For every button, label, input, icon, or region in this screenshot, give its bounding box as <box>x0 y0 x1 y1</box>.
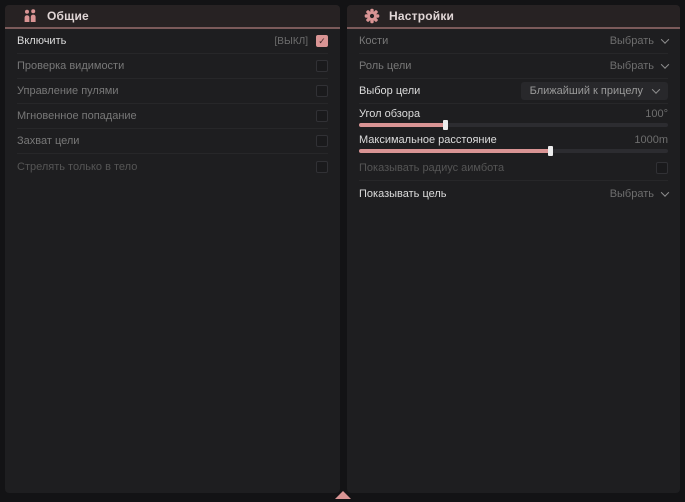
show-aimbot-radius-checkbox[interactable] <box>656 162 668 174</box>
row-enable-label: Включить <box>17 35 66 47</box>
bones-dropdown-value: Выбрать <box>610 35 654 47</box>
visibility-check-checkbox[interactable] <box>316 60 328 72</box>
target-selection-dropdown-value: Ближайший к прицелу <box>530 85 643 97</box>
target-role-dropdown-value: Выбрать <box>610 60 654 72</box>
checkmark-icon: ✓ <box>318 37 326 46</box>
row-instant-hit[interactable]: Мгновенное попадание <box>17 104 328 129</box>
row-instant-hit-label: Мгновенное попадание <box>17 110 137 122</box>
panel-general: Общие Включить [ВЫКЛ] ✓ Проверка видимос… <box>5 5 340 493</box>
max-distance-slider[interactable] <box>359 149 668 153</box>
target-selection-dropdown[interactable]: Ближайший к прицелу <box>521 82 668 100</box>
row-show-aimbot-radius-label: Показывать радиус аимбота <box>359 162 504 174</box>
row-show-target[interactable]: Показывать цель Выбрать <box>359 181 668 206</box>
panels-container: Общие Включить [ВЫКЛ] ✓ Проверка видимос… <box>0 0 685 494</box>
row-max-distance: Максимальное расстояние 1000m <box>359 130 668 156</box>
target-role-dropdown[interactable]: Выбрать <box>610 60 668 72</box>
row-fov-label: Угол обзора <box>359 108 420 120</box>
gear-icon <box>364 8 380 24</box>
general-rows: Включить [ВЫКЛ] ✓ Проверка видимости Упр… <box>5 29 340 181</box>
row-target-lock[interactable]: Захват цели <box>17 129 328 154</box>
row-bullet-control-label: Управление пулями <box>17 85 119 97</box>
panel-title-settings: Настройки <box>389 9 454 23</box>
row-max-distance-label: Максимальное расстояние <box>359 134 497 146</box>
row-body-only-label: Стрелять только в тело <box>17 161 137 173</box>
max-distance-slider-fill <box>359 149 551 153</box>
row-show-target-label: Показывать цель <box>359 188 447 200</box>
row-body-only[interactable]: Стрелять только в тело <box>17 154 328 179</box>
enable-checkbox[interactable]: ✓ <box>316 35 328 47</box>
row-visibility-check-label: Проверка видимости <box>17 60 124 72</box>
max-distance-value: 1000m <box>634 134 668 146</box>
fov-slider-handle[interactable] <box>443 120 448 130</box>
people-icon <box>22 8 38 24</box>
target-lock-checkbox[interactable] <box>316 135 328 147</box>
row-target-role-label: Роль цели <box>359 60 411 72</box>
row-bones[interactable]: Кости Выбрать <box>359 29 668 54</box>
fov-slider-fill <box>359 123 446 127</box>
settings-rows: Кости Выбрать Роль цели Выбрать Выбор це… <box>347 29 680 208</box>
chevron-down-icon <box>661 35 669 43</box>
up-triangle-icon[interactable] <box>335 491 351 499</box>
row-fov: Угол обзора 100° <box>359 104 668 130</box>
row-target-selection-label: Выбор цели <box>359 85 420 97</box>
show-target-dropdown[interactable]: Выбрать <box>610 188 668 200</box>
panel-title-general: Общие <box>47 9 89 23</box>
fov-slider[interactable] <box>359 123 668 127</box>
chevron-down-icon <box>661 60 669 68</box>
panel-settings: Настройки Кости Выбрать Роль цели Выбрат… <box>347 5 680 493</box>
row-show-aimbot-radius[interactable]: Показывать радиус аимбота <box>359 156 668 181</box>
max-distance-slider-handle[interactable] <box>548 146 553 156</box>
chevron-down-icon <box>652 85 660 93</box>
row-enable[interactable]: Включить [ВЫКЛ] ✓ <box>17 29 328 54</box>
row-bones-label: Кости <box>359 35 388 47</box>
body-only-checkbox[interactable] <box>316 161 328 173</box>
row-bullet-control[interactable]: Управление пулями <box>17 79 328 104</box>
bullet-control-checkbox[interactable] <box>316 85 328 97</box>
fov-value: 100° <box>645 108 668 120</box>
row-target-lock-label: Захват цели <box>17 135 79 147</box>
panel-settings-header: Настройки <box>347 5 680 29</box>
instant-hit-checkbox[interactable] <box>316 110 328 122</box>
show-target-dropdown-value: Выбрать <box>610 188 654 200</box>
row-enable-state: [ВЫКЛ] <box>275 36 308 47</box>
bones-dropdown[interactable]: Выбрать <box>610 35 668 47</box>
row-target-selection[interactable]: Выбор цели Ближайший к прицелу <box>359 79 668 104</box>
chevron-down-icon <box>661 188 669 196</box>
panel-general-header: Общие <box>5 5 340 29</box>
row-visibility-check[interactable]: Проверка видимости <box>17 54 328 79</box>
row-target-role[interactable]: Роль цели Выбрать <box>359 54 668 79</box>
